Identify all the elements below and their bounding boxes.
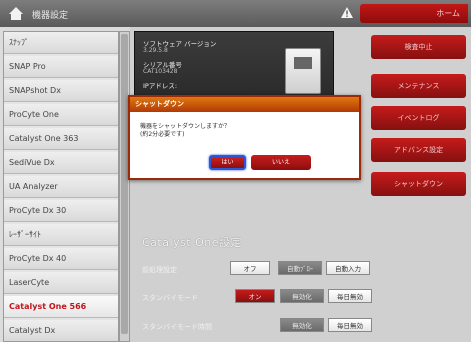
app-window: 機器設定 ホーム ｽﾅｯﾌﾟ SNAP Pro SNAPshot Dx ProCyte… [0, 0, 471, 342]
dialog-message-line-1: 機器をシャットダウンしますか？ [140, 123, 231, 130]
dialog-title: シャットダウン [130, 97, 359, 112]
shutdown-dialog: シャットダウン 機器をシャットダウンしますか？ (約2分必要です) はい いいえ [128, 95, 361, 180]
dialog-message: 機器をシャットダウンしますか？ (約2分必要です) [140, 123, 230, 139]
dialog-message-line-2: (約2分必要です) [140, 131, 185, 138]
dialog-no-button[interactable]: いいえ [251, 155, 311, 170]
dialog-yes-button[interactable]: はい [209, 155, 246, 170]
